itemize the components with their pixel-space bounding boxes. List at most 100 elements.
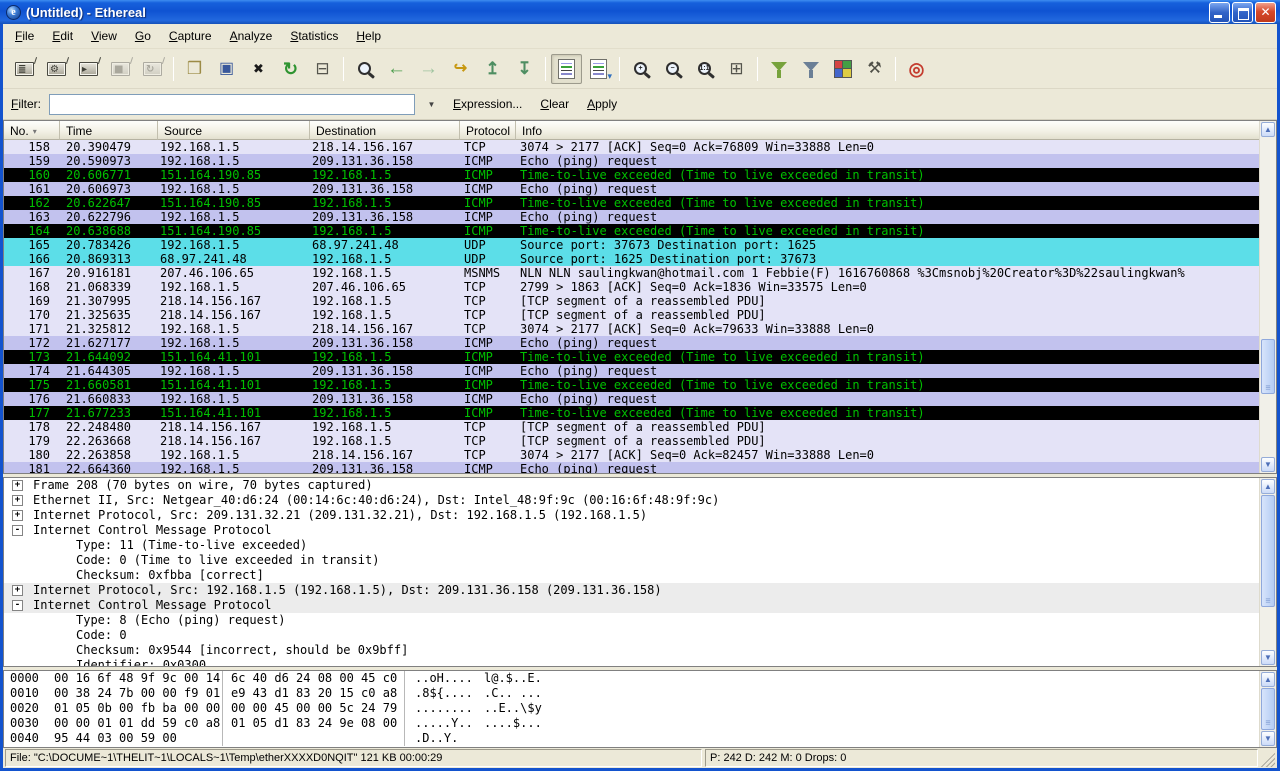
menu-view[interactable]: View [83,26,125,46]
detail-line[interactable]: +Ethernet II, Src: Netgear_40:d6:24 (00:… [4,493,1259,508]
scroll-up-icon[interactable]: ▲ [1261,479,1275,494]
scroll-down-icon[interactable]: ▼ [1261,650,1275,665]
menu-capture[interactable]: Capture [161,26,220,46]
go-to-top-button[interactable]: ↥ [477,54,508,84]
hex-scrollbar[interactable]: ▲ ▼ [1259,671,1276,747]
detail-line[interactable]: +Internet Protocol, Src: 192.168.1.5 (19… [4,583,1259,598]
expand-icon[interactable]: + [12,495,23,506]
menu-analyze[interactable]: Analyze [222,26,281,46]
capture-options-button[interactable]: ⚙ [41,54,72,84]
minimize-button[interactable] [1209,2,1230,23]
packet-row-174[interactable]: 17421.644305192.168.1.5209.131.36.158ICM… [4,364,1259,378]
auto-scroll-button[interactable]: ▾ [583,54,614,84]
go-forward-button[interactable]: → [413,54,444,84]
find-packet-button[interactable] [349,54,380,84]
title-bar[interactable]: e (Untitled) - Ethereal [0,0,1280,24]
capture-start-button[interactable]: ▸ [73,54,104,84]
detail-line[interactable]: Type: 11 (Time-to-live exceeded) [4,538,1259,553]
restore-button[interactable] [1232,2,1253,23]
packet-row-164[interactable]: 16420.638688151.164.190.85192.168.1.5ICM… [4,224,1259,238]
scroll-up-icon[interactable]: ▲ [1261,122,1275,137]
column-header-destination[interactable]: Destination [310,121,460,140]
scroll-down-icon[interactable]: ▼ [1261,731,1275,746]
packet-row-170[interactable]: 17021.325635218.14.156.167192.168.1.5TCP… [4,308,1259,322]
column-header-no[interactable]: No.▾ [4,121,60,140]
help-button[interactable]: ◎ [901,54,932,84]
capture-filter-button[interactable] [763,54,794,84]
clear-button[interactable]: Clear [535,95,574,113]
resize-columns-button[interactable]: ⊞ [721,54,752,84]
column-header-time[interactable]: Time [60,121,158,140]
packet-row-158[interactable]: 15820.390479192.168.1.5218.14.156.167TCP… [4,140,1259,154]
packet-row-163[interactable]: 16320.622796192.168.1.5209.131.36.158ICM… [4,210,1259,224]
packet-row-176[interactable]: 17621.660833192.168.1.5209.131.36.158ICM… [4,392,1259,406]
packet-row-169[interactable]: 16921.307995218.14.156.167192.168.1.5TCP… [4,294,1259,308]
scrollbar-thumb[interactable] [1261,688,1275,730]
scrollbar-thumb[interactable] [1261,495,1275,607]
expand-icon[interactable]: + [12,480,23,491]
file-save-button[interactable]: ▣ [211,54,242,84]
hex-row[interactable]: 003000 00 01 01 dd 59 c0 a801 05 d1 83 2… [4,716,1259,731]
packet-row-160[interactable]: 16020.606771151.164.190.85192.168.1.5ICM… [4,168,1259,182]
packet-row-162[interactable]: 16220.622647151.164.190.85192.168.1.5ICM… [4,196,1259,210]
packet-row-181[interactable]: 18122.664360192.168.1.5209.131.36.158ICM… [4,462,1259,473]
packet-row-171[interactable]: 17121.325812192.168.1.5218.14.156.167TCP… [4,322,1259,336]
packet-row-179[interactable]: 17922.263668218.14.156.167192.168.1.5TCP… [4,434,1259,448]
preferences-button[interactable]: ⚒ [859,54,890,84]
print-button[interactable]: ⊟ [307,54,338,84]
packet-row-175[interactable]: 17521.660581151.164.41.101192.168.1.5ICM… [4,378,1259,392]
packet-row-168[interactable]: 16821.068339192.168.1.5207.46.106.65TCP2… [4,280,1259,294]
display-filter-button[interactable] [795,54,826,84]
zoom-out-button[interactable]: − [657,54,688,84]
packet-row-166[interactable]: 16620.86931368.97.241.48192.168.1.5UDPSo… [4,252,1259,266]
detail-line[interactable]: Checksum: 0xfbba [correct] [4,568,1259,583]
column-header-info[interactable]: Info [516,121,1259,140]
close-button[interactable] [1255,2,1276,23]
coloring-rules-button[interactable] [827,54,858,84]
reload-button[interactable]: ↻ [275,54,306,84]
collapse-icon[interactable]: - [12,600,23,611]
resize-grip[interactable] [1261,749,1275,767]
filter-input[interactable] [49,94,415,115]
zoom-100-button[interactable]: 1:1 [689,54,720,84]
menu-help[interactable]: Help [348,26,389,46]
capture-interfaces-button[interactable]: ≣ [9,54,40,84]
scroll-down-icon[interactable]: ▼ [1261,457,1275,472]
packet-row-180[interactable]: 18022.263858192.168.1.5218.14.156.167TCP… [4,448,1259,462]
detail-line[interactable]: +Internet Protocol, Src: 209.131.32.21 (… [4,508,1259,523]
apply-button[interactable]: Apply [582,95,622,113]
menu-statistics[interactable]: Statistics [282,26,346,46]
column-header-protocol[interactable]: Protocol [460,121,516,140]
expand-icon[interactable]: + [12,510,23,521]
packet-row-172[interactable]: 17221.627177192.168.1.5209.131.36.158ICM… [4,336,1259,350]
packet-row-178[interactable]: 17822.248480218.14.156.167192.168.1.5TCP… [4,420,1259,434]
column-header-source[interactable]: Source [158,121,310,140]
file-close-button[interactable]: ✖ [243,54,274,84]
hex-row[interactable]: 002001 05 0b 00 fb ba 00 0000 00 45 00 0… [4,701,1259,716]
detail-line[interactable]: -Internet Control Message Protocol [4,523,1259,538]
detail-line[interactable]: +Frame 208 (70 bytes on wire, 70 bytes c… [4,478,1259,493]
detail-line[interactable]: -Internet Control Message Protocol [4,598,1259,613]
hex-row[interactable]: 001000 38 24 7b 00 00 f9 01e9 43 d1 83 2… [4,686,1259,701]
zoom-in-button[interactable]: + [625,54,656,84]
packet-row-159[interactable]: 15920.590973192.168.1.5209.131.36.158ICM… [4,154,1259,168]
detail-line[interactable]: Type: 8 (Echo (ping) request) [4,613,1259,628]
detail-scrollbar[interactable]: ▲ ▼ [1259,478,1276,666]
menu-go[interactable]: Go [127,26,159,46]
packet-row-167[interactable]: 16720.916181207.46.106.65192.168.1.5MSNM… [4,266,1259,280]
menu-edit[interactable]: Edit [44,26,81,46]
go-to-packet-button[interactable]: ↪ [445,54,476,84]
packet-row-177[interactable]: 17721.677233151.164.41.101192.168.1.5ICM… [4,406,1259,420]
hex-row[interactable]: 004095 44 03 00 59 00.D..Y. [4,731,1259,746]
scroll-up-icon[interactable]: ▲ [1261,672,1275,687]
filter-dropdown-button[interactable]: ▼ [423,95,440,114]
go-to-bottom-button[interactable]: ↧ [509,54,540,84]
packet-row-165[interactable]: 16520.783426192.168.1.568.97.241.48UDPSo… [4,238,1259,252]
go-back-button[interactable]: ← [381,54,412,84]
packet-list-scrollbar[interactable]: ▲ ▼ [1259,121,1276,473]
detail-line[interactable]: Identifier: 0x0300 [4,658,1259,666]
colorize-button[interactable] [551,54,582,84]
filter-label[interactable]: Filter: [11,97,41,111]
collapse-icon[interactable]: - [12,525,23,536]
detail-line[interactable]: Code: 0 [4,628,1259,643]
